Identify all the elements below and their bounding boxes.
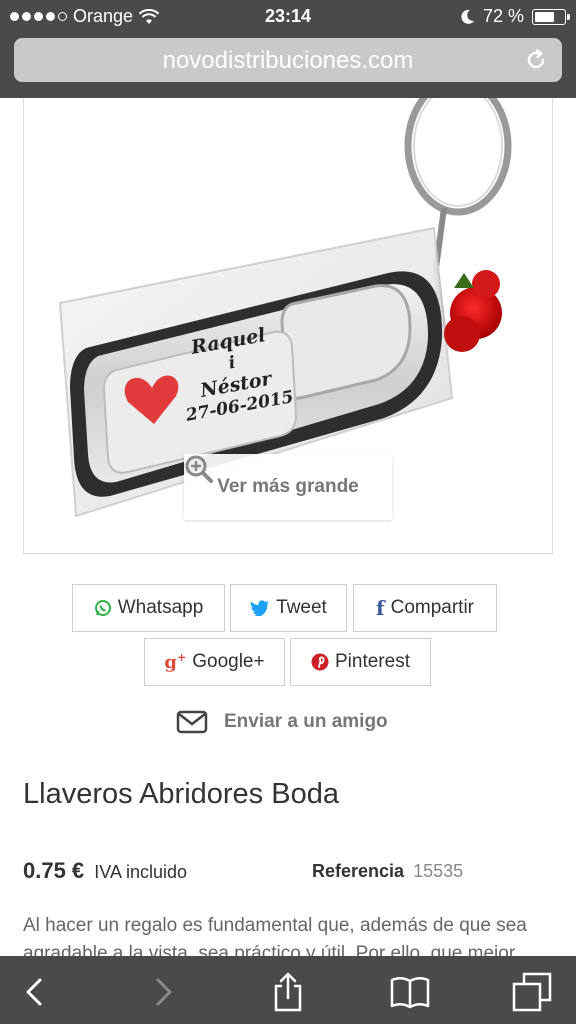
twitter-icon [250,600,270,616]
reference-label: Referencia [312,861,405,881]
send-to-friend-link[interactable]: Enviar a un amigo [176,706,388,738]
envelope-icon [176,710,208,734]
tax-note: IVA incluido [94,862,188,882]
moon-icon [461,9,474,24]
tweet-label: Tweet [276,597,327,618]
share-icon[interactable] [268,972,308,1012]
price-block: 0.75 € IVA incluido [23,858,187,884]
zoom-label: Ver más grande [217,476,359,497]
browser-chrome: Orange 23:14 72 % novodistribuciones.com [0,0,576,98]
facebook-icon: f [375,596,385,620]
zoom-in-icon [185,455,213,483]
bookmarks-icon[interactable] [390,972,430,1012]
reference-value: 15535 [413,861,464,881]
send-to-friend-label: Enviar a un amigo [224,711,388,732]
tweet-button[interactable]: Tweet [230,584,347,632]
forward-icon[interactable] [142,972,182,1012]
battery-fill [535,11,554,22]
googleplus-label: Google+ [192,651,265,672]
url-text: novodistribuciones.com [162,47,414,74]
facebook-share-button[interactable]: f Compartir [353,584,497,632]
facebook-label: Compartir [390,597,474,618]
back-icon[interactable] [16,972,56,1012]
whatsapp-button[interactable]: Whatsapp [72,584,225,632]
product-title: Llaveros Abridores Boda [23,778,339,810]
browser-toolbar [0,956,576,1024]
zoom-button[interactable]: Ver más grande [184,454,392,520]
reload-icon[interactable] [524,48,548,72]
pinterest-icon [311,653,329,671]
product-price: 0.75 € [23,858,85,883]
status-bar: Orange 23:14 72 % [0,0,576,32]
whatsapp-label: Whatsapp [117,597,204,618]
address-bar[interactable]: novodistribuciones.com [14,38,562,82]
pinterest-button[interactable]: Pinterest [290,638,431,686]
googleplus-icon: g+ [164,651,187,673]
product-image-frame[interactable]: Raquel i Néstor 27-06-2015 Ver más grand… [23,98,553,554]
whatsapp-icon [94,600,111,616]
battery-percent: 72 % [482,6,524,26]
reference-block: Referencia 15535 [312,861,463,882]
status-right: 72 % [461,6,570,27]
googleplus-button[interactable]: g+ Google+ [144,638,285,686]
pinterest-label: Pinterest [335,651,410,672]
battery-icon [532,8,570,25]
tabs-icon[interactable] [512,972,552,1012]
